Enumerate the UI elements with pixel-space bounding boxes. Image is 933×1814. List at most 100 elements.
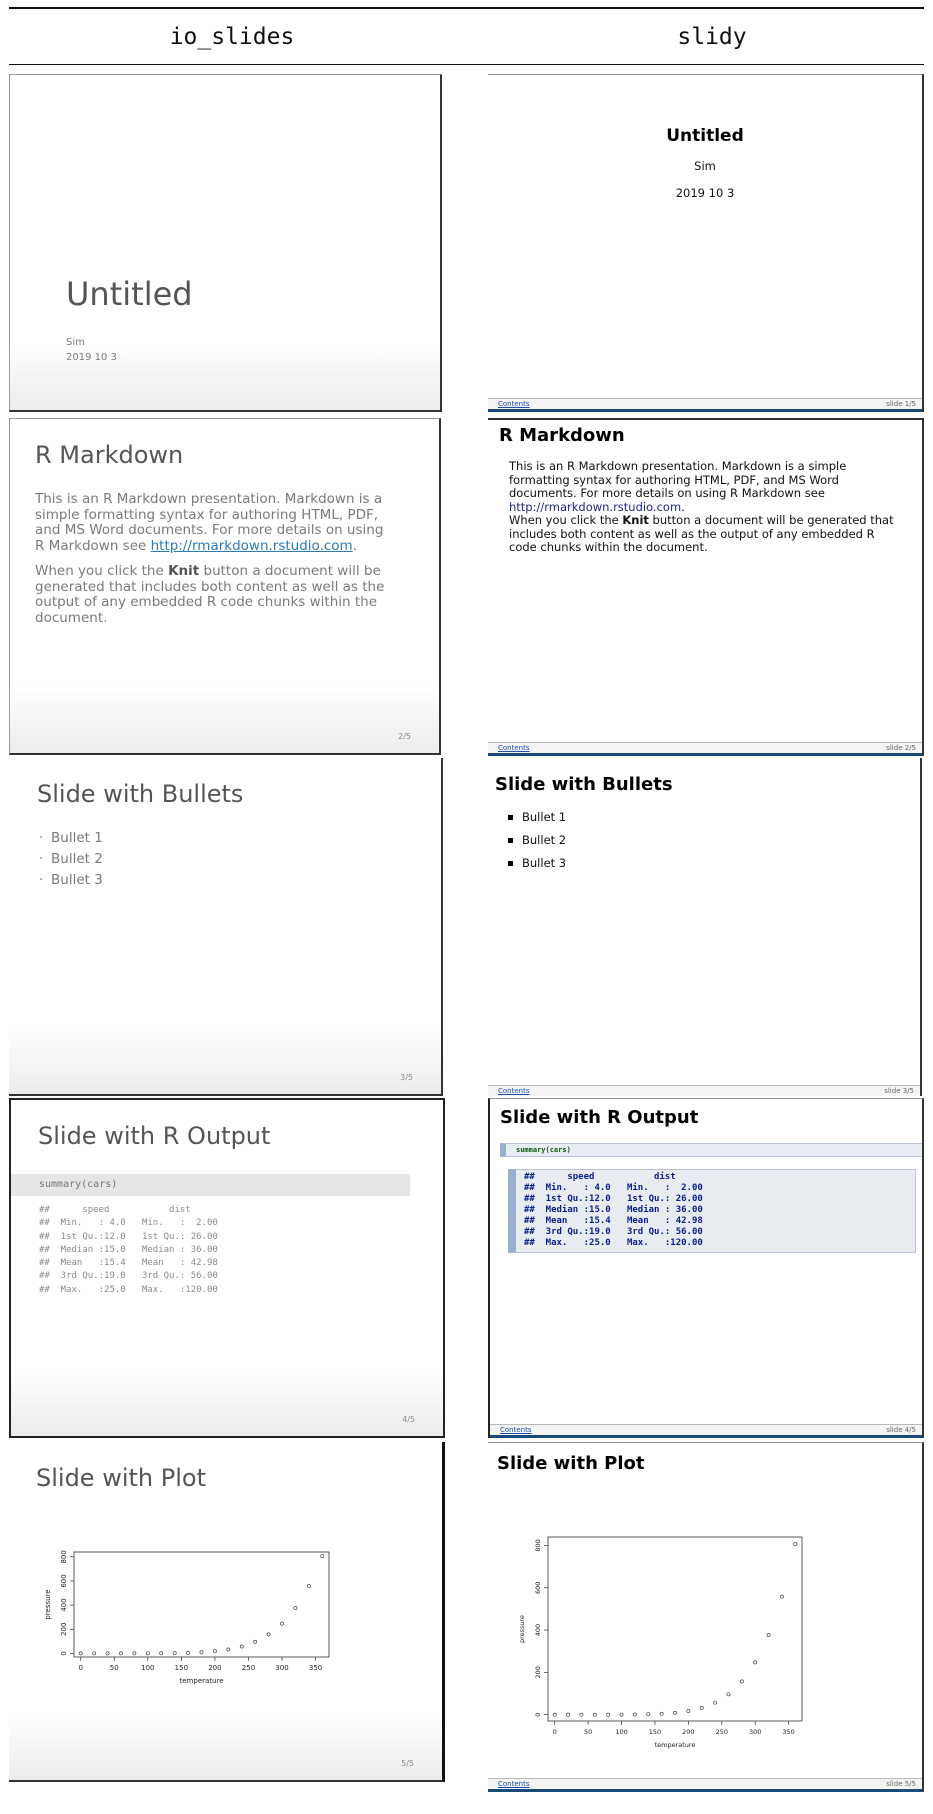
x-tick-label: 250 xyxy=(242,1664,255,1672)
column-label-slidy: slidy xyxy=(677,24,747,50)
data-point xyxy=(226,1647,231,1652)
y-tick-label: 600 xyxy=(534,1582,542,1594)
y-tick-label: 800 xyxy=(534,1539,542,1551)
rmarkdown-link[interactable]: http://rmarkdown.rstudio.com xyxy=(509,500,681,514)
io-scatter-plot: 0 50 100 150 200 250 300 350 0 200 400 600 800 temper… xyxy=(44,1550,330,1685)
slidy-slide-title: Slide with Bullets xyxy=(495,774,673,795)
data-point xyxy=(132,1651,137,1656)
slidy-slide-title: Slide with R Output xyxy=(500,1107,699,1128)
x-tick-label: 0 xyxy=(78,1664,82,1672)
io-title-slide-author: Sim xyxy=(66,337,85,348)
slide-counter: slide 2/5 xyxy=(886,744,916,752)
io-slide-number: 2/5 xyxy=(398,732,411,741)
y-axis-label: pressure xyxy=(518,1615,526,1643)
y-tick-label: 0 xyxy=(60,1651,68,1655)
slidy-progress-bar xyxy=(488,753,922,756)
x-tick-label: 200 xyxy=(682,1728,694,1736)
io-paragraph-1: This is an R Markdown presentation. Mark… xyxy=(35,491,384,554)
data-point xyxy=(793,1542,798,1547)
y-tick-label: 0 xyxy=(534,1713,542,1717)
contents-link[interactable]: Contents xyxy=(498,744,530,752)
io-slide-number: 3/5 xyxy=(400,1073,413,1082)
slidy-scatter-plot: 0 50 100 150 200 250 300 350 0 200 400 600 800 temper… xyxy=(518,1536,803,1749)
io-title-slide-date: 2019 10 3 xyxy=(66,352,117,363)
data-point xyxy=(646,1712,651,1717)
column-label-io-slides: io_slides xyxy=(169,24,295,50)
data-point xyxy=(552,1712,557,1717)
data-point xyxy=(699,1705,704,1710)
data-point xyxy=(632,1712,637,1717)
data-point xyxy=(726,1692,731,1697)
data-point xyxy=(92,1651,97,1656)
y-tick-label: 200 xyxy=(534,1666,542,1678)
data-point xyxy=(159,1651,164,1656)
io-bullets-slide[interactable]: Slide with Bullets · Bullet 1 · Bullet 2 ·… xyxy=(9,758,443,1096)
slidy-progress-bar xyxy=(490,1435,922,1438)
io-rmarkdown-slide[interactable]: R Markdown This is an R Markdown present… xyxy=(9,418,441,755)
io-paragraph-2: When you click the Knit button a documen… xyxy=(35,563,385,626)
slidy-bullet-item: Bullet 2 xyxy=(508,833,566,847)
slidy-footer: Contents slide 4/5 xyxy=(490,1424,922,1435)
data-point xyxy=(780,1594,784,1599)
x-axis-label: temperature xyxy=(180,1677,224,1685)
io-slide-title: Slide with R Output xyxy=(38,1122,271,1150)
io-slide-title: R Markdown xyxy=(35,441,184,469)
contents-link[interactable]: Contents xyxy=(500,1426,532,1434)
x-tick-label: 300 xyxy=(749,1728,761,1736)
slidy-rmarkdown-slide[interactable]: R Markdown This is an R Markdown present… xyxy=(488,418,924,756)
slidy-progress-bar xyxy=(488,409,922,412)
io-plot-slide[interactable]: Slide with Plot 0 50 100 150 200 250 300 350 0 20… xyxy=(9,1442,445,1782)
x-tick-label: 100 xyxy=(141,1664,154,1672)
io-output-slide[interactable]: Slide with R Output summary(cars) ## spe… xyxy=(9,1098,445,1438)
slidy-footer: Contents slide 1/5 xyxy=(488,398,922,409)
contents-link[interactable]: Contents xyxy=(498,1780,530,1788)
x-tick-label: 150 xyxy=(649,1728,661,1736)
rmarkdown-link[interactable]: http://rmarkdown.rstudio.com xyxy=(151,538,353,554)
data-point xyxy=(566,1712,570,1717)
slidy-paragraph-2: When you click the Knit button a documen… xyxy=(509,513,894,554)
slidy-plot-slide[interactable]: Slide with Plot 0 50 100 150 200 250 300 350 0 20… xyxy=(488,1442,924,1792)
io-bullet-item: · Bullet 2 xyxy=(39,851,103,867)
x-tick-label: 200 xyxy=(208,1664,221,1672)
data-point xyxy=(199,1650,204,1655)
slide-counter: slide 1/5 xyxy=(886,400,916,408)
x-tick-label: 250 xyxy=(716,1728,728,1736)
io-code-block: summary(cars) xyxy=(11,1174,410,1196)
data-point xyxy=(266,1632,271,1637)
data-point xyxy=(280,1621,284,1626)
contents-link[interactable]: Contents xyxy=(498,1087,530,1095)
slidy-footer: Contents slide 2/5 xyxy=(488,742,922,753)
data-point xyxy=(579,1712,584,1717)
slidy-output-slide[interactable]: Slide with R Output summary(cars) ## spe… xyxy=(488,1098,924,1438)
plot-frame xyxy=(73,1551,330,1658)
slidy-output-block: ## speed dist ## Min. : 4.0 Min. : 2.00 … xyxy=(524,1172,703,1248)
slidy-title-slide[interactable]: Untitled Sim 2019 10 3 Contents slide 1/… xyxy=(488,74,924,412)
slidy-progress-bar xyxy=(488,1789,922,1792)
io-output-block: ## speed dist ## Min. : 4.0 Min. : 2.00 … xyxy=(39,1205,218,1295)
io-slide-number: 4/5 xyxy=(402,1415,415,1424)
slidy-paragraph-1: This is an R Markdown presentation. Mark… xyxy=(509,459,847,514)
slidy-title-slide-author: Sim xyxy=(694,159,716,173)
slidy-slide-title: R Markdown xyxy=(499,425,625,446)
data-point xyxy=(673,1710,677,1715)
y-tick-label: 400 xyxy=(60,1598,68,1611)
x-tick-label: 100 xyxy=(615,1728,627,1736)
io-slide-title: Slide with Bullets xyxy=(37,780,244,808)
slide-edge xyxy=(488,74,922,75)
io-title-slide-title: Untitled xyxy=(66,275,193,313)
header-bottom-rule xyxy=(9,64,924,65)
io-title-slide[interactable]: Untitled Sim 2019 10 3 xyxy=(9,74,442,412)
y-tick-label: 200 xyxy=(60,1623,68,1636)
data-point xyxy=(145,1651,150,1656)
data-point xyxy=(753,1660,758,1665)
slidy-code-block: summary(cars) xyxy=(500,1143,922,1157)
data-point xyxy=(619,1712,624,1717)
x-tick-label: 50 xyxy=(584,1728,592,1736)
slidy-slide-title: Slide with Plot xyxy=(497,1453,645,1474)
data-point xyxy=(186,1650,190,1655)
contents-link[interactable]: Contents xyxy=(498,400,530,408)
slidy-title-slide-title: Untitled xyxy=(666,126,744,146)
slide-counter: slide 3/5 xyxy=(884,1087,914,1095)
slidy-bullets-slide[interactable]: Slide with Bullets Bullet 1 Bullet 2 Bul… xyxy=(488,758,922,1096)
data-point xyxy=(320,1554,325,1559)
